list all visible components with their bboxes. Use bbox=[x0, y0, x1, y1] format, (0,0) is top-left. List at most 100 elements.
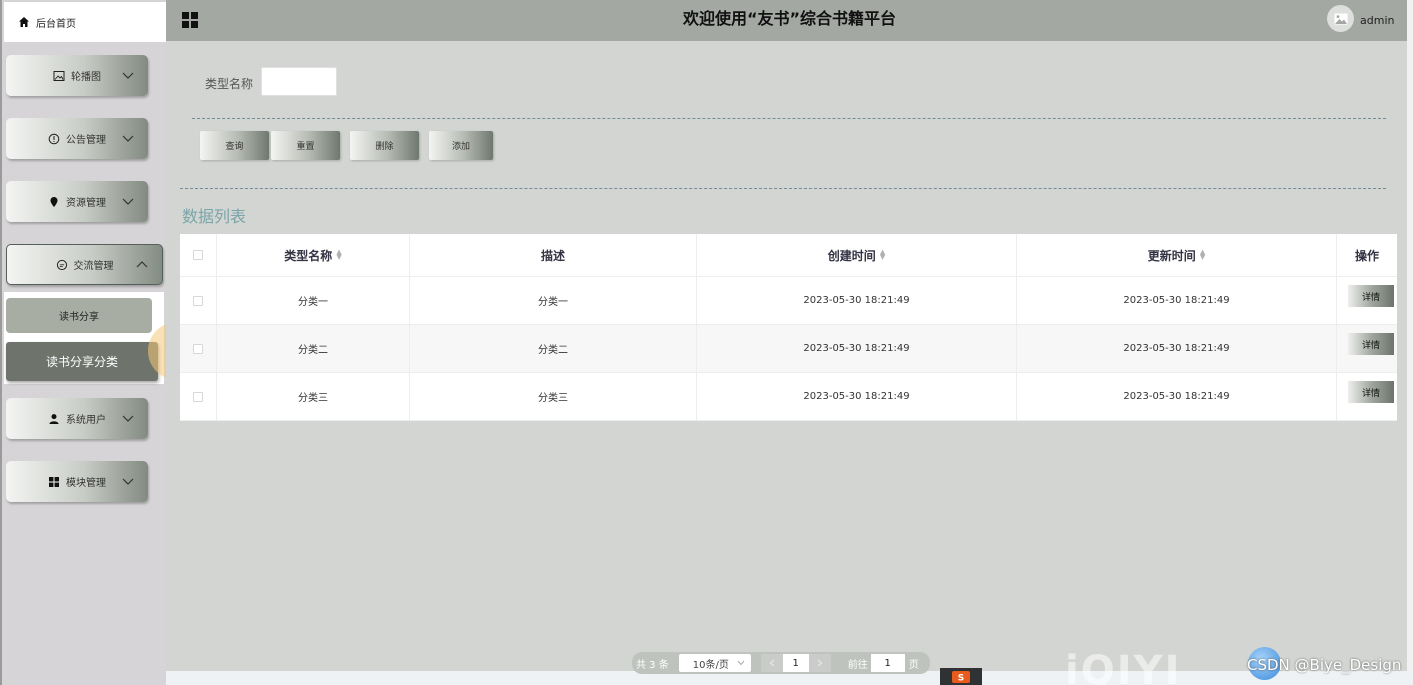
sidebar-item-home-label: 后台首页 bbox=[36, 18, 76, 30]
next-page-button[interactable] bbox=[808, 654, 831, 672]
section-title: 数据列表 bbox=[182, 207, 247, 226]
avatar-image-icon bbox=[1334, 13, 1347, 24]
column-header-type-name[interactable]: 类型名称 ▲ ▼ bbox=[217, 234, 410, 276]
image-icon bbox=[53, 70, 65, 81]
chat-icon bbox=[56, 259, 67, 270]
chevron-down-icon bbox=[737, 660, 745, 666]
sidebar-item-announcements[interactable]: 公告管理 bbox=[6, 118, 148, 159]
sort-icon[interactable]: ▲ ▼ bbox=[880, 249, 885, 261]
home-icon bbox=[19, 17, 29, 27]
select-all-checkbox[interactable] bbox=[193, 250, 203, 260]
avatar[interactable] bbox=[1327, 5, 1354, 32]
detail-button[interactable]: 详情 bbox=[1348, 381, 1394, 403]
iqiyi-watermark: iQIYI bbox=[1065, 648, 1182, 685]
row-checkbox[interactable] bbox=[193, 391, 203, 402]
sidebar-item-carousel[interactable]: 轮播图 bbox=[6, 55, 148, 96]
sidebar-item-label: 模块管理 bbox=[66, 478, 106, 489]
sort-icon[interactable]: ▲ ▼ bbox=[1200, 249, 1205, 261]
csdn-watermark: CSDN @Biye_Design bbox=[1247, 656, 1402, 674]
cell-actions: 详情 bbox=[1337, 277, 1397, 324]
chevron-down-icon bbox=[122, 198, 134, 205]
table-header-row: 类型名称 ▲ ▼ 描述 创建时间 ▲ ▼ 更新时间 ▲ ▼ 操作 bbox=[180, 234, 1397, 277]
sidebar-item-label: 公告管理 bbox=[66, 135, 106, 146]
goto-label: 前往 bbox=[847, 659, 868, 671]
submenu-item-reading-share[interactable]: 读书分享 bbox=[6, 298, 152, 333]
cell-created-time: 2023-05-30 18:21:49 bbox=[697, 277, 1017, 324]
goto-page-input[interactable]: 1 bbox=[870, 654, 905, 672]
cell-updated-time: 2023-05-30 18:21:49 bbox=[1017, 373, 1337, 420]
cell-type-name: 分类一 bbox=[217, 277, 410, 324]
top-header: 欢迎使用“友书”综合书籍平台 admin bbox=[166, 0, 1413, 41]
table-row: 分类一 分类一 2023-05-30 18:21:49 2023-05-30 1… bbox=[180, 277, 1397, 325]
sidebar-item-label: 资源管理 bbox=[66, 198, 106, 209]
page-title: 欢迎使用“友书”综合书籍平台 bbox=[682, 9, 897, 28]
column-header-label: 更新时间 bbox=[1147, 248, 1196, 263]
row-checkbox[interactable] bbox=[193, 343, 203, 354]
chevron-right-icon bbox=[817, 659, 823, 667]
divider bbox=[180, 188, 1386, 189]
username[interactable]: admin bbox=[1360, 14, 1394, 27]
detail-button[interactable]: 详情 bbox=[1348, 285, 1394, 307]
chevron-down-icon bbox=[122, 415, 134, 422]
column-header-updated[interactable]: 更新时间 ▲ ▼ bbox=[1017, 234, 1337, 276]
column-header-label: 创建时间 bbox=[827, 248, 876, 263]
type-name-input[interactable] bbox=[261, 67, 337, 96]
row-select-cell bbox=[180, 373, 217, 420]
chevron-up-icon bbox=[136, 261, 148, 268]
delete-button[interactable]: 删除 bbox=[350, 131, 419, 160]
sogou-icon: S bbox=[952, 670, 970, 683]
column-header-actions: 操作 bbox=[1337, 234, 1397, 276]
prev-page-button[interactable] bbox=[760, 654, 783, 672]
chevron-left-icon bbox=[769, 659, 775, 667]
table-row: 分类三 分类三 2023-05-30 18:21:49 2023-05-30 1… bbox=[180, 373, 1397, 421]
reset-button[interactable]: 重置 bbox=[271, 131, 340, 160]
cell-actions: 详情 bbox=[1337, 373, 1397, 420]
divider bbox=[192, 118, 1386, 119]
sidebar: 后台首页 轮播图 公告管理 资源管理 交流管理 读书分享 读书分享分类 系统用户… bbox=[0, 0, 168, 685]
pagination-total: 共 3 条 bbox=[636, 659, 669, 671]
sidebar-item-label: 系统用户 bbox=[66, 415, 106, 426]
column-header-label: 描述 bbox=[540, 248, 565, 263]
cell-type-name: 分类三 bbox=[217, 373, 410, 420]
column-header-description: 描述 bbox=[410, 234, 697, 276]
column-header-label: 操作 bbox=[1354, 248, 1379, 263]
cell-description: 分类二 bbox=[410, 325, 697, 372]
cell-actions: 详情 bbox=[1337, 325, 1397, 372]
main-content: 类型名称 查询 重置 删除 添加 数据列表 类型名称 ▲ ▼ 描述 创建时间 ▲ ▼ 更… bbox=[166, 41, 1407, 671]
submenu-item-reading-share-category[interactable]: 读书分享分类 bbox=[6, 342, 158, 381]
sidebar-item-communication[interactable]: 交流管理 bbox=[6, 244, 163, 285]
detail-button[interactable]: 详情 bbox=[1348, 333, 1394, 355]
page-size-select[interactable]: 10条/页 bbox=[678, 654, 751, 672]
chevron-down-icon bbox=[122, 478, 134, 485]
input-method-icon: S bbox=[940, 668, 982, 685]
column-header-created[interactable]: 创建时间 ▲ ▼ bbox=[697, 234, 1017, 276]
cell-created-time: 2023-05-30 18:21:49 bbox=[697, 325, 1017, 372]
filter-label: 类型名称 bbox=[205, 77, 254, 91]
row-select-cell bbox=[180, 277, 217, 324]
current-page[interactable]: 1 bbox=[782, 654, 809, 672]
page-suffix: 页 bbox=[908, 659, 919, 671]
chevron-down-icon bbox=[122, 72, 134, 79]
table-row: 分类二 分类二 2023-05-30 18:21:49 2023-05-30 1… bbox=[180, 325, 1397, 373]
svg-text:S: S bbox=[958, 673, 964, 683]
row-select-cell bbox=[180, 325, 217, 372]
cell-created-time: 2023-05-30 18:21:49 bbox=[697, 373, 1017, 420]
sidebar-item-home[interactable]: 后台首页 bbox=[4, 2, 168, 42]
query-button[interactable]: 查询 bbox=[200, 131, 269, 160]
sidebar-item-modules[interactable]: 模块管理 bbox=[6, 461, 148, 502]
cell-description: 分类三 bbox=[410, 373, 697, 420]
sidebar-item-label: 交流管理 bbox=[73, 261, 114, 272]
sidebar-item-resources[interactable]: 资源管理 bbox=[6, 181, 148, 222]
sidebar-item-label: 轮播图 bbox=[71, 72, 101, 83]
cell-updated-time: 2023-05-30 18:21:49 bbox=[1017, 277, 1337, 324]
sidebar-item-system-users[interactable]: 系统用户 bbox=[6, 398, 148, 439]
add-button[interactable]: 添加 bbox=[429, 131, 493, 160]
sort-icon[interactable]: ▲ ▼ bbox=[336, 249, 341, 261]
cell-type-name: 分类二 bbox=[217, 325, 410, 372]
grid-icon bbox=[49, 476, 59, 487]
row-checkbox[interactable] bbox=[193, 295, 203, 306]
cell-description: 分类一 bbox=[410, 277, 697, 324]
info-icon bbox=[48, 133, 60, 144]
page-size-value: 10条/页 bbox=[692, 659, 729, 671]
user-icon bbox=[49, 413, 59, 424]
